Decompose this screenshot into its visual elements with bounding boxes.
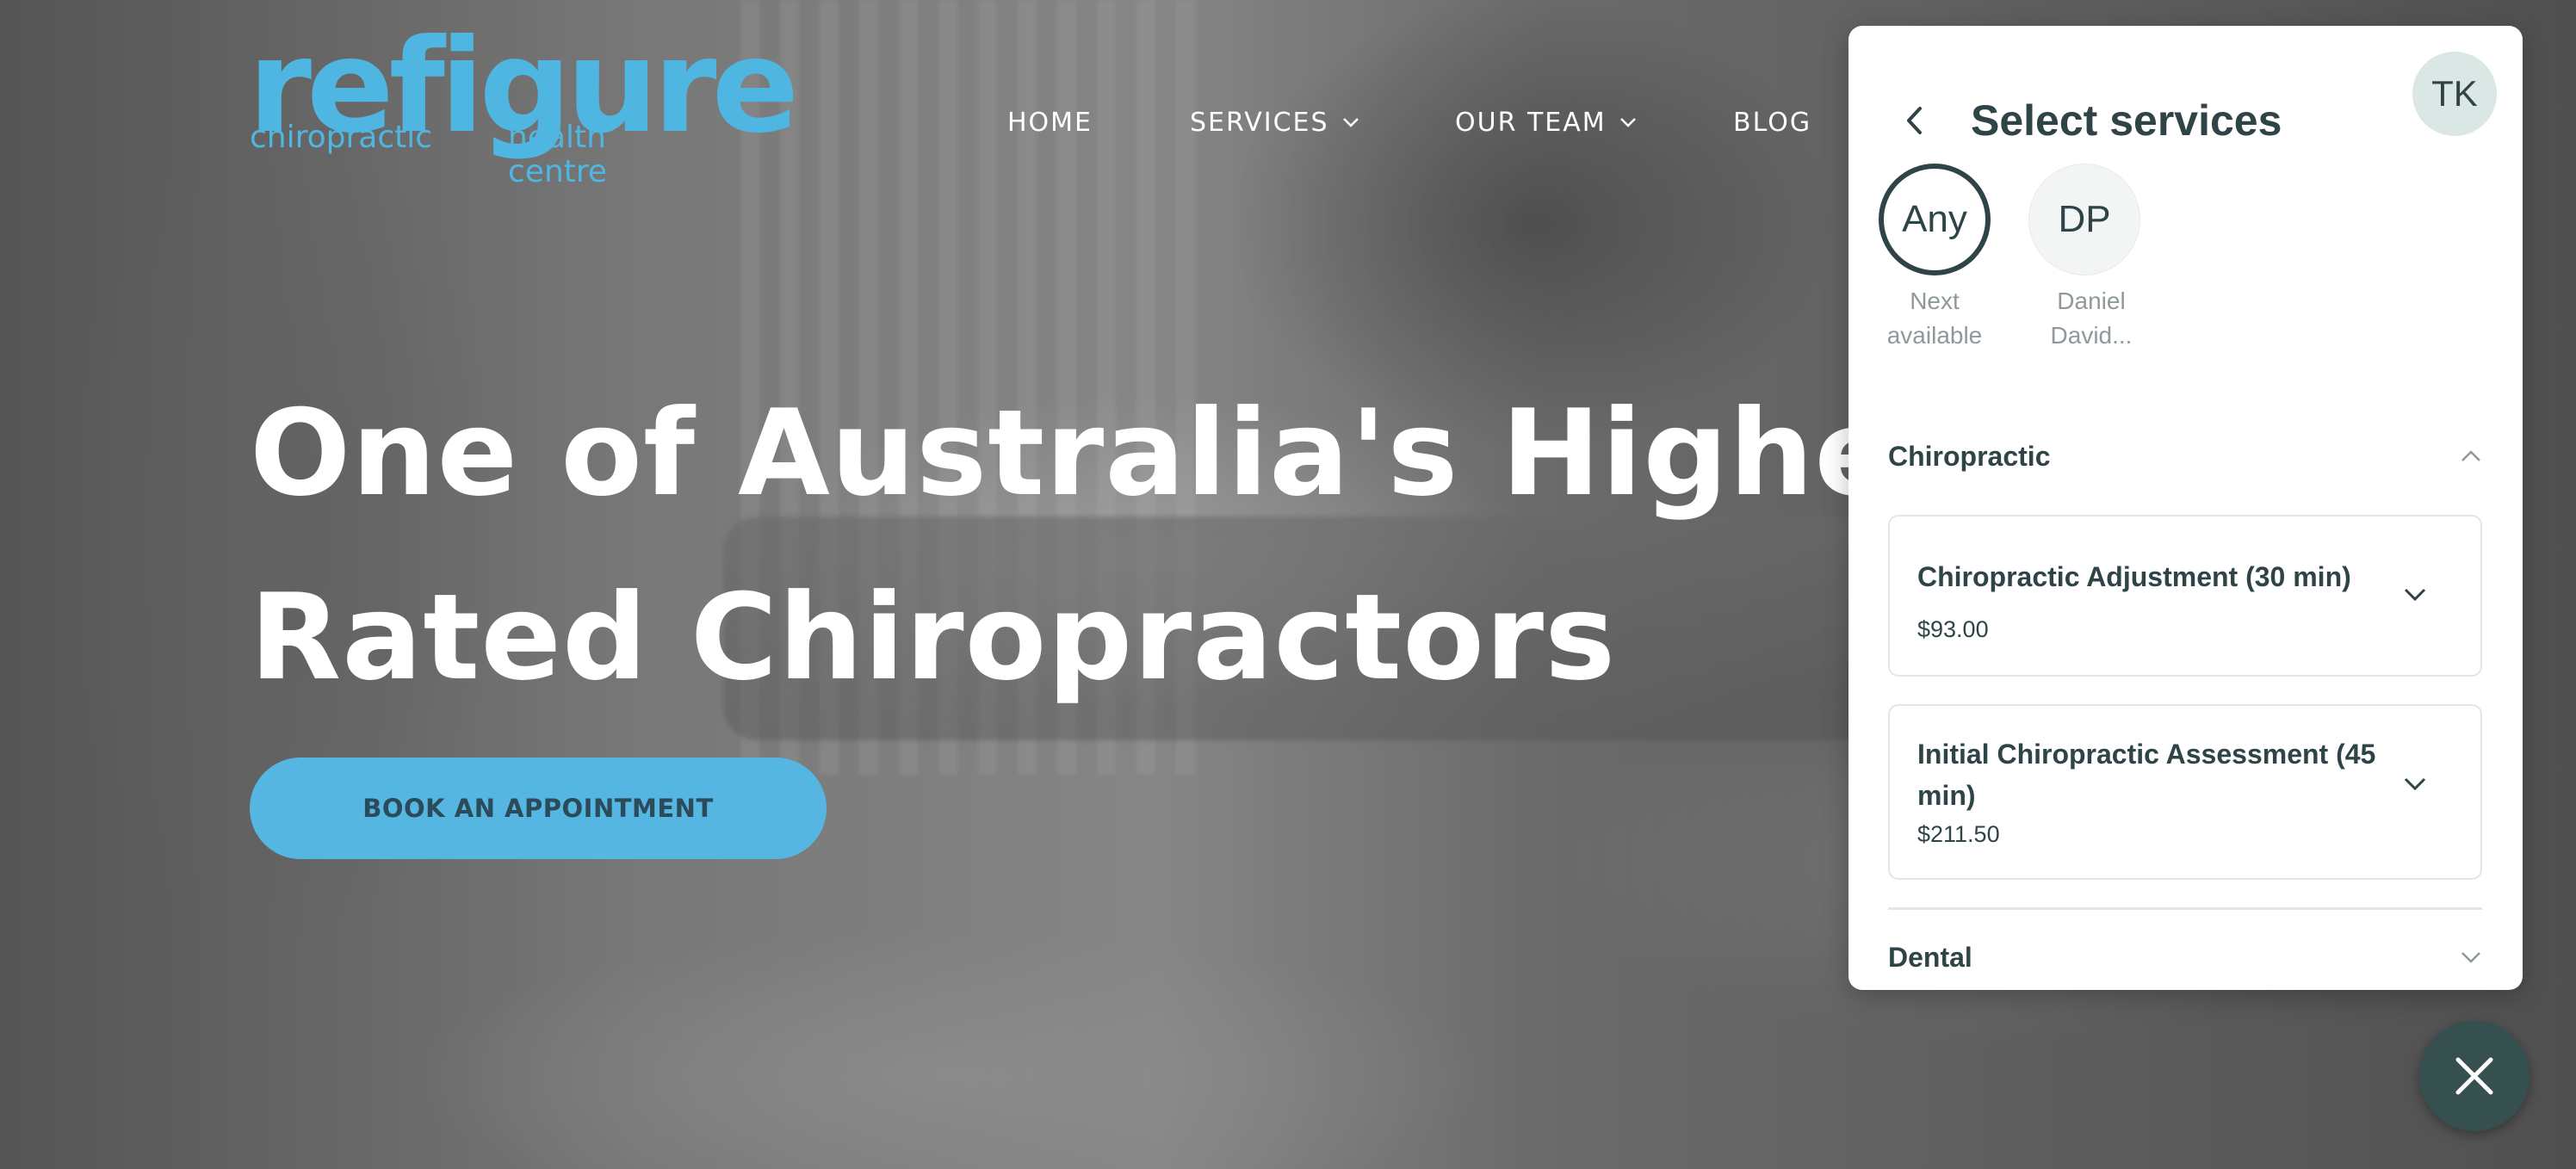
- service-price: $93.00: [1917, 616, 1989, 642]
- service-name: Initial Chiropractic Assessment (45 min): [1917, 739, 2376, 811]
- nav-item-our-team[interactable]: OUR TEAM: [1455, 108, 1638, 138]
- book-appointment-button[interactable]: BOOK AN APPOINTMENT: [250, 758, 827, 859]
- chevron-up-icon: [2461, 450, 2480, 461]
- close-button[interactable]: [2419, 1021, 2530, 1131]
- staff-label-line: available: [1886, 322, 1983, 349]
- user-avatar[interactable]: TK: [2412, 52, 2497, 136]
- staff-label-line: Daniel: [2057, 288, 2126, 314]
- staff-avatar: Any: [1879, 164, 1991, 275]
- nav-item-label: SERVICES: [1190, 107, 1329, 138]
- staff-label-line: David...: [2050, 322, 2133, 349]
- chevron-down-icon[interactable]: [2403, 776, 2427, 792]
- staff-label: Daniel David...: [2007, 284, 2162, 353]
- chevron-left-icon: [1907, 107, 1922, 134]
- service-card[interactable]: Chiropractic Adjustment (30 min) $93.00: [1888, 515, 2482, 677]
- logo-subtitle-right: health centre: [508, 120, 608, 189]
- close-icon: [2455, 1057, 2493, 1095]
- booking-panel: Select services TK Any Next available DP…: [1848, 26, 2523, 990]
- nav-item-label: BLOG: [1733, 107, 1812, 138]
- category-header-dental[interactable]: Dental: [1888, 931, 2482, 983]
- service-price: $211.50: [1917, 821, 2000, 847]
- category-header-chiropractic[interactable]: Chiropractic: [1888, 430, 2482, 482]
- category-divider: [1888, 907, 2482, 910]
- hero-title: One of Australia's Highest Rated Chiropr…: [250, 362, 2026, 730]
- hero-title-line: Rated Chiropractors: [250, 568, 1617, 707]
- staff-label: Next available: [1857, 284, 2012, 353]
- nav-item-label: OUR TEAM: [1455, 107, 1607, 138]
- chevron-down-icon: [1619, 118, 1636, 127]
- service-card[interactable]: Initial Chiropractic Assessment (45 min)…: [1888, 704, 2482, 880]
- panel-title: Select services: [1971, 96, 2282, 145]
- staff-option-any[interactable]: Any Next available: [1857, 164, 2012, 353]
- nav-item-label: HOME: [1007, 107, 1093, 138]
- category-name: Dental: [1888, 941, 1972, 973]
- category-name: Chiropractic: [1888, 440, 2051, 472]
- chevron-down-icon[interactable]: [2403, 587, 2427, 603]
- staff-avatar: DP: [2028, 164, 2140, 275]
- staff-option-daniel[interactable]: DP Daniel David...: [2007, 164, 2162, 353]
- chevron-down-icon: [2461, 952, 2480, 963]
- nav-item-blog[interactable]: BLOG: [1733, 108, 1811, 138]
- nav-item-services[interactable]: SERVICES: [1190, 108, 1360, 138]
- logo-subtitle-left: chiropractic: [250, 120, 433, 155]
- chevron-down-icon: [1342, 118, 1359, 127]
- hero-title-line: One of Australia's Highest: [250, 384, 2026, 523]
- service-name: Chiropractic Adjustment (30 min): [1917, 561, 2351, 592]
- back-button[interactable]: [1897, 103, 1931, 138]
- site-logo[interactable]: refigure chiropractic health centre: [248, 22, 799, 189]
- staff-label-line: Next: [1910, 288, 1960, 314]
- nav-item-home[interactable]: HOME: [1007, 108, 1093, 138]
